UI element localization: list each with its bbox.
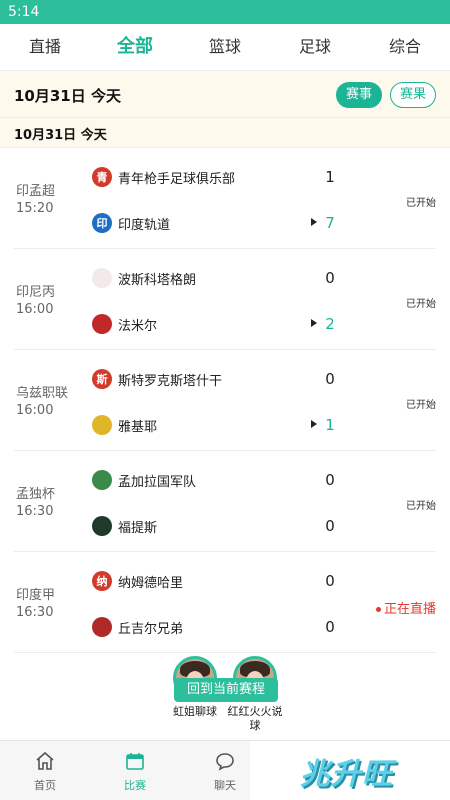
home-team: 青 青年枪手足球俱乐部 xyxy=(92,166,235,188)
away-team-name: 印度轨道 xyxy=(118,217,171,233)
away-team-name: 雅基耶 xyxy=(118,419,158,435)
away-team-name: 福提斯 xyxy=(118,520,158,536)
home-icon xyxy=(36,751,54,770)
match-row[interactable]: 印孟超 15:20 青 青年枪手足球俱乐部 印 印度轨道 1 7 已开始 xyxy=(14,148,436,249)
home-team-name: 斯特罗克斯塔什干 xyxy=(118,373,223,389)
match-row[interactable]: 印度甲 16:30 纳 纳姆德哈里 丘吉尔兄弟 0 0 正在直播 xyxy=(14,552,436,653)
away-score: 0 xyxy=(325,517,335,535)
match-status: 已开始 xyxy=(406,194,436,209)
match-league: 印孟超 xyxy=(16,184,56,199)
team-logo-icon xyxy=(92,415,112,435)
live-dot-icon xyxy=(375,607,381,612)
match-list: 印孟超 15:20 青 青年枪手足球俱乐部 印 印度轨道 1 7 已开始 印尼丙… xyxy=(0,148,450,653)
tab-basketball[interactable]: 篮球 xyxy=(180,24,270,70)
home-team-name: 纳姆德哈里 xyxy=(118,575,184,591)
match-status-text: 已开始 xyxy=(406,501,436,512)
home-score: 0 xyxy=(325,572,335,590)
brand-logo: 兆升旺 xyxy=(300,757,393,792)
away-score: 7 xyxy=(325,214,335,232)
section-date-label: 10月31日 今天 xyxy=(14,128,107,143)
team-logo-icon: 斯 xyxy=(92,369,112,389)
anchor-name-1[interactable]: 虹姐聊球 xyxy=(168,705,222,719)
home-score: 1 xyxy=(325,168,335,186)
results-button[interactable]: 赛果 xyxy=(390,82,436,108)
home-score: 0 xyxy=(325,471,335,489)
match-row[interactable]: 乌兹职联 16:00 斯 斯特罗克斯塔什干 雅基耶 0 1 已开始 xyxy=(14,350,436,451)
status-bar: 5:14 xyxy=(0,0,450,24)
match-status-text: 已开始 xyxy=(406,198,436,209)
bottom-nav: 首页 比赛 聊天 兆升旺 xyxy=(0,740,450,800)
tab-all[interactable]: 全部 xyxy=(90,24,180,70)
nav-matches[interactable]: 比赛 xyxy=(100,741,170,800)
match-time: 16:00 xyxy=(16,403,54,418)
play-arrow-icon xyxy=(311,218,317,226)
team-logo-icon xyxy=(92,268,112,288)
away-team: 印 印度轨道 xyxy=(92,212,170,234)
date-label: 10月31日 今天 xyxy=(14,87,121,105)
away-team: 雅基耶 xyxy=(92,414,157,436)
nav-home[interactable]: 首页 xyxy=(10,741,80,800)
anchor-name-2[interactable]: 红红火火说球 xyxy=(226,705,284,733)
back-to-current-button[interactable]: 回到当前赛程 xyxy=(174,678,278,702)
section-date-header: 10月31日 今天 xyxy=(0,118,450,148)
match-time: 16:30 xyxy=(16,504,54,519)
top-tabs: 直播 全部 篮球 足球 综合 xyxy=(0,24,450,70)
team-logo-icon: 纳 xyxy=(92,571,112,591)
home-team: 波斯科塔格朗 xyxy=(92,267,196,289)
away-score: 2 xyxy=(325,315,335,333)
floating-anchors: 回到当前赛程 虹姐聊球 红红火火说球 xyxy=(168,656,284,736)
home-team: 孟加拉国军队 xyxy=(92,469,196,491)
play-arrow-icon xyxy=(311,319,317,327)
away-team: 法米尔 xyxy=(92,313,157,335)
match-status: 已开始 xyxy=(406,295,436,310)
team-logo-icon xyxy=(92,470,112,490)
match-league: 乌兹职联 xyxy=(16,386,69,401)
chat-icon xyxy=(216,753,234,771)
match-status: 已开始 xyxy=(406,497,436,512)
away-score: 0 xyxy=(325,618,335,636)
team-logo-icon xyxy=(92,516,112,536)
match-league: 孟独杯 xyxy=(16,487,56,502)
match-time: 16:30 xyxy=(16,605,54,620)
home-team: 斯 斯特罗克斯塔什干 xyxy=(92,368,222,390)
away-score: 1 xyxy=(325,416,335,434)
away-team: 福提斯 xyxy=(92,515,157,537)
away-team-name: 丘吉尔兄弟 xyxy=(118,621,184,637)
team-logo-icon: 青 xyxy=(92,167,112,187)
home-team-name: 孟加拉国军队 xyxy=(118,474,197,490)
match-league: 印尼丙 xyxy=(16,285,56,300)
team-logo-icon xyxy=(92,314,112,334)
match-status-text: 正在直播 xyxy=(383,602,436,617)
nav-matches-label: 比赛 xyxy=(124,779,146,792)
match-row[interactable]: 孟独杯 16:30 孟加拉国军队 福提斯 0 0 已开始 xyxy=(14,451,436,552)
date-header: 10月31日 今天 赛事 赛果 xyxy=(0,70,450,118)
match-time: 16:00 xyxy=(16,302,54,317)
away-team-name: 法米尔 xyxy=(118,318,158,334)
match-status: 已开始 xyxy=(406,396,436,411)
match-status: 正在直播 xyxy=(375,598,436,617)
match-status-text: 已开始 xyxy=(406,299,436,310)
match-time: 15:20 xyxy=(16,201,54,216)
home-team: 纳 纳姆德哈里 xyxy=(92,570,183,592)
nav-home-label: 首页 xyxy=(34,779,56,792)
tab-live[interactable]: 直播 xyxy=(0,24,90,70)
match-league: 印度甲 xyxy=(16,588,56,603)
status-time: 5:14 xyxy=(8,4,40,20)
tab-football[interactable]: 足球 xyxy=(270,24,360,70)
calendar-icon xyxy=(126,753,144,770)
events-button[interactable]: 赛事 xyxy=(336,82,382,108)
home-team-name: 青年枪手足球俱乐部 xyxy=(118,171,236,187)
home-team-name: 波斯科塔格朗 xyxy=(118,272,197,288)
brand-banner[interactable]: 兆升旺 xyxy=(250,741,450,800)
match-row[interactable]: 印尼丙 16:00 波斯科塔格朗 法米尔 0 2 已开始 xyxy=(14,249,436,350)
tab-general[interactable]: 综合 xyxy=(360,24,450,70)
team-logo-icon: 印 xyxy=(92,213,112,233)
home-score: 0 xyxy=(325,370,335,388)
home-score: 0 xyxy=(325,269,335,287)
team-logo-icon xyxy=(92,617,112,637)
match-status-text: 已开始 xyxy=(406,400,436,411)
play-arrow-icon xyxy=(311,420,317,428)
away-team: 丘吉尔兄弟 xyxy=(92,616,183,638)
